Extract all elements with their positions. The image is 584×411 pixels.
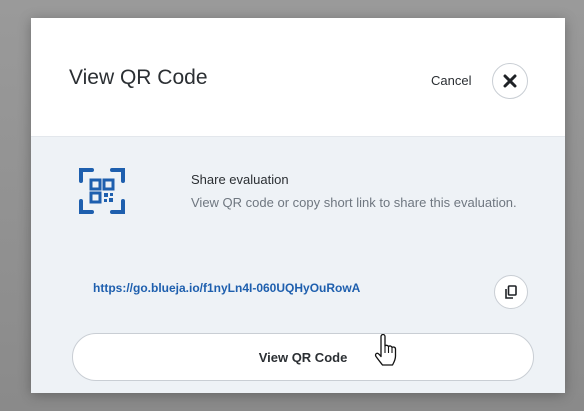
close-button[interactable]: [492, 63, 528, 99]
cancel-link[interactable]: Cancel: [431, 73, 471, 88]
copy-link-button[interactable]: [494, 275, 528, 309]
short-link[interactable]: https://go.blueja.io/f1nyLn4I-060UQHyOuR…: [93, 281, 360, 295]
modal-header: View QR Code Cancel: [31, 18, 565, 137]
modal-title: View QR Code: [69, 66, 208, 89]
qr-code-icon: [79, 168, 125, 214]
view-qr-code-button[interactable]: View QR Code: [72, 333, 534, 381]
share-description: View QR code or copy short link to share…: [191, 195, 517, 210]
view-qr-modal: View QR Code Cancel Share evaluation Vie…: [31, 18, 565, 393]
close-icon: [503, 74, 517, 88]
copy-icon: [505, 285, 517, 299]
share-title: Share evaluation: [191, 172, 289, 187]
modal-body: Share evaluation View QR code or copy sh…: [31, 137, 565, 393]
